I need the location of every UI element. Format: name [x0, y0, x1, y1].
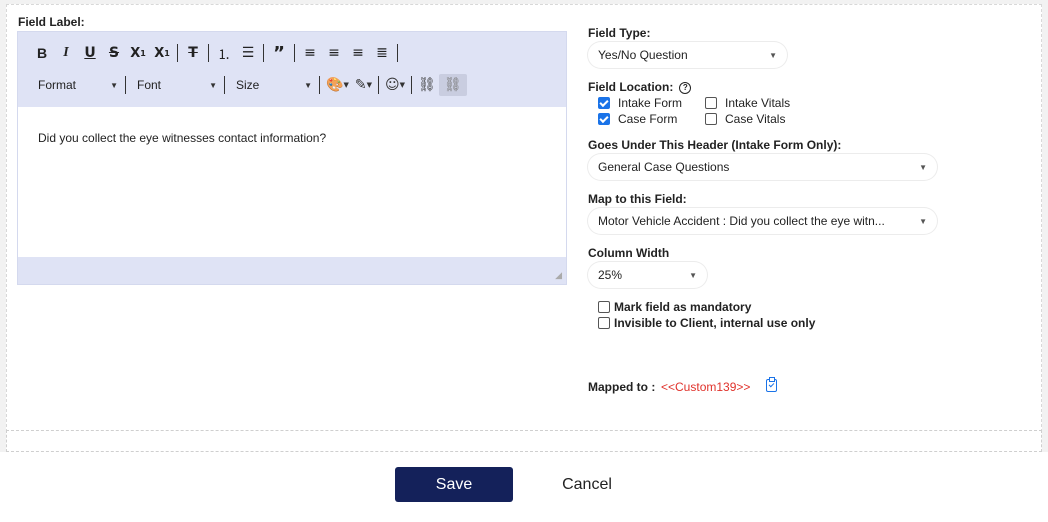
- editor-statusbar: ◢: [18, 257, 566, 284]
- copy-clipboard-icon[interactable]: [766, 377, 777, 392]
- blockquote-icon[interactable]: ”: [267, 42, 291, 64]
- chevron-down-icon: ▼: [919, 162, 927, 172]
- save-button[interactable]: Save: [395, 467, 513, 502]
- text-color-icon[interactable]: 🎨 ▼: [323, 74, 352, 96]
- toolbar-separator: [224, 76, 225, 94]
- toolbar-separator: [208, 44, 209, 62]
- map-field-label: Map to this Field:: [588, 192, 687, 206]
- size-dropdown-label: Size: [236, 78, 260, 92]
- toolbar-separator: [177, 44, 178, 62]
- help-icon[interactable]: ?: [679, 81, 692, 94]
- checkbox-unchecked-icon: [598, 317, 610, 329]
- cancel-button[interactable]: Cancel: [552, 467, 622, 502]
- font-dropdown[interactable]: Font ▼: [129, 74, 221, 96]
- intake-form-label: Intake Form: [618, 96, 683, 110]
- mapped-to-label: Mapped to :: [588, 380, 656, 394]
- format-dropdown-label: Format: [38, 78, 77, 92]
- subscript-button[interactable]: X1: [126, 42, 150, 64]
- field-type-select[interactable]: Yes/No Question ▼: [588, 42, 787, 68]
- map-field-value: Motor Vehicle Accident : Did you collect…: [598, 214, 885, 228]
- footer-bar: [0, 452, 1048, 522]
- chevron-down-icon: ▼: [919, 216, 927, 226]
- header-select[interactable]: General Case Questions ▼: [588, 154, 937, 180]
- field-location-label-text: Field Location:: [588, 80, 674, 94]
- strikethrough-button[interactable]: S: [102, 42, 126, 64]
- checkbox-checked-icon: [598, 113, 610, 125]
- emoji-icon[interactable]: ☺ ▼: [382, 74, 408, 96]
- intake-form-checkbox[interactable]: Intake Form: [598, 96, 682, 110]
- field-type-value: Yes/No Question: [598, 48, 688, 62]
- toolbar-row-style: Format ▼ Font ▼ Size ▼ 🎨 ▼ ✎ ▼ ☺ ▼ ⛓ ⛓: [30, 73, 467, 97]
- toolbar-separator: [410, 76, 412, 94]
- field-location-label: Field Location:?: [588, 80, 692, 94]
- checkbox-unchecked-icon: [705, 97, 717, 109]
- mandatory-label: Mark field as mandatory: [614, 300, 752, 314]
- mapped-to-value: <<Custom139>>: [661, 380, 751, 394]
- remove-format-icon[interactable]: T: [181, 42, 205, 64]
- bulleted-list-icon[interactable]: ☰: [236, 42, 260, 64]
- case-vitals-label: Case Vitals: [725, 112, 786, 126]
- underline-button[interactable]: U: [78, 42, 102, 64]
- header-label: Goes Under This Header (Intake Form Only…: [588, 138, 842, 152]
- toolbar-separator: [377, 76, 379, 94]
- field-label-title: Field Label:: [18, 15, 85, 29]
- chevron-down-icon: ▼: [769, 50, 777, 60]
- editor-content[interactable]: Did you collect the eye witnesses contac…: [38, 131, 326, 145]
- case-form-label: Case Form: [618, 112, 678, 126]
- italic-button[interactable]: I: [54, 42, 78, 64]
- mandatory-checkbox[interactable]: Mark field as mandatory: [598, 300, 751, 314]
- toolbar-separator: [397, 44, 398, 62]
- invisible-label: Invisible to Client, internal use only: [614, 316, 816, 330]
- chevron-down-icon: ▼: [110, 80, 118, 90]
- chevron-down-icon: ▼: [209, 80, 217, 90]
- toolbar-separator: [294, 44, 295, 62]
- dashed-divider: [6, 430, 1042, 452]
- map-field-select[interactable]: Motor Vehicle Accident : Did you collect…: [588, 208, 937, 234]
- column-width-value: 25%: [598, 268, 623, 282]
- bold-button[interactable]: B: [30, 42, 54, 64]
- invisible-checkbox[interactable]: Invisible to Client, internal use only: [598, 316, 815, 330]
- field-type-label: Field Type:: [588, 26, 651, 40]
- size-dropdown[interactable]: Size ▼: [228, 74, 316, 96]
- align-left-icon[interactable]: ≡: [298, 42, 322, 64]
- align-center-icon[interactable]: ≡: [322, 42, 346, 64]
- column-width-select[interactable]: 25% ▼: [588, 262, 707, 288]
- column-width-label: Column Width: [588, 246, 670, 260]
- toolbar-separator: [125, 76, 126, 94]
- resize-handle-icon[interactable]: ◢: [555, 270, 562, 281]
- checkbox-unchecked-icon: [598, 301, 610, 313]
- link-icon[interactable]: ⛓: [415, 74, 439, 96]
- intake-vitals-label: Intake Vitals: [725, 96, 791, 110]
- checkbox-checked-icon: [598, 97, 610, 109]
- case-vitals-checkbox[interactable]: Case Vitals: [705, 112, 785, 126]
- highlight-color-icon[interactable]: ✎ ▼: [352, 74, 375, 96]
- header-value: General Case Questions: [598, 160, 730, 174]
- toolbar-row-formatting: B I U S X1 X1 T ⒈ ☰ ” ≡ ≡ ≡ ≣: [30, 42, 401, 64]
- toolbar-separator: [263, 44, 264, 62]
- chevron-down-icon: ▼: [304, 80, 312, 90]
- format-dropdown[interactable]: Format ▼: [30, 74, 122, 96]
- superscript-button[interactable]: X1: [150, 42, 174, 64]
- case-form-checkbox[interactable]: Case Form: [598, 112, 677, 126]
- editor-toolbar: B I U S X1 X1 T ⒈ ☰ ” ≡ ≡ ≡ ≣ Format ▼ F…: [18, 32, 566, 107]
- chevron-down-icon: ▼: [689, 270, 697, 280]
- align-justify-icon[interactable]: ≣: [370, 42, 394, 64]
- toolbar-separator: [319, 76, 320, 94]
- numbered-list-icon[interactable]: ⒈: [212, 42, 236, 64]
- intake-vitals-checkbox[interactable]: Intake Vitals: [705, 96, 790, 110]
- checkbox-unchecked-icon: [705, 113, 717, 125]
- unlink-icon[interactable]: ⛓: [438, 74, 467, 96]
- font-dropdown-label: Font: [137, 78, 162, 92]
- rich-text-editor: B I U S X1 X1 T ⒈ ☰ ” ≡ ≡ ≡ ≣ Format ▼ F…: [17, 31, 567, 285]
- align-right-icon[interactable]: ≡: [346, 42, 370, 64]
